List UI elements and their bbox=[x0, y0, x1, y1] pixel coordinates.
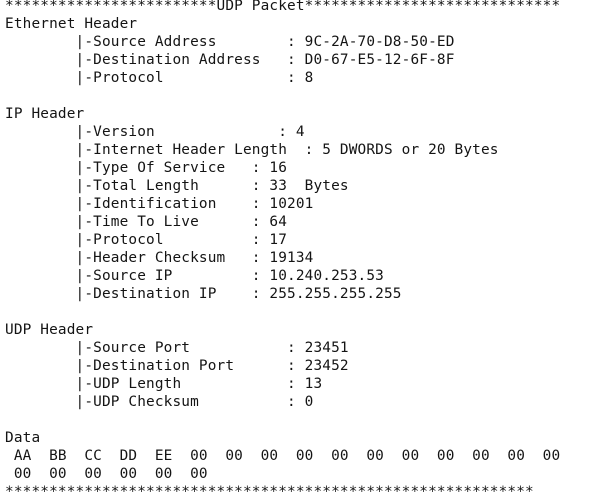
ip-internet-header-length: |-Internet Header Length : 5 DWORDS or 2… bbox=[5, 142, 499, 158]
udp-header-title: UDP Header bbox=[5, 322, 94, 338]
ethernet-header-title: Ethernet Header bbox=[5, 16, 138, 32]
ip-header-checksum: |-Header Checksum : 19134 bbox=[5, 250, 314, 266]
udp-checksum: |-UDP Checksum : 0 bbox=[5, 394, 314, 410]
ip-identification: |-Identification : 10201 bbox=[5, 196, 314, 212]
ip-source-ip: |-Source IP : 10.240.253.53 bbox=[5, 268, 384, 284]
terminal-output: ************************UDP Packet******… bbox=[5, 0, 590, 501]
data-bytes-row-2: 00 00 00 00 00 00 bbox=[5, 466, 208, 482]
packet-header-banner: ************************UDP Packet******… bbox=[5, 0, 561, 14]
data-title: Data bbox=[5, 430, 41, 446]
ip-time-to-live: |-Time To Live : 64 bbox=[5, 214, 288, 230]
ip-type-of-service: |-Type Of Service : 16 bbox=[5, 160, 288, 176]
ip-version: |-Version : 4 bbox=[5, 124, 305, 140]
ip-protocol: |-Protocol : 17 bbox=[5, 232, 288, 248]
udp-source-port: |-Source Port : 23451 bbox=[5, 340, 349, 356]
ip-header-title: IP Header bbox=[5, 106, 85, 122]
ip-destination-ip: |-Destination IP : 255.255.255.255 bbox=[5, 286, 402, 302]
ethernet-source-address: |-Source Address : 9C-2A-70-D8-50-ED bbox=[5, 34, 455, 50]
ethernet-protocol: |-Protocol : 8 bbox=[5, 70, 314, 86]
ip-total-length: |-Total Length : 33 Bytes bbox=[5, 178, 349, 194]
data-bytes-row-1: AA BB CC DD EE 00 00 00 00 00 00 00 00 0… bbox=[5, 448, 561, 464]
udp-length: |-UDP Length : 13 bbox=[5, 376, 323, 392]
udp-destination-port: |-Destination Port : 23452 bbox=[5, 358, 349, 374]
ethernet-destination-address: |-Destination Address : D0-67-E5-12-6F-8… bbox=[5, 52, 455, 68]
packet-footer-banner: ****************************************… bbox=[5, 484, 534, 500]
